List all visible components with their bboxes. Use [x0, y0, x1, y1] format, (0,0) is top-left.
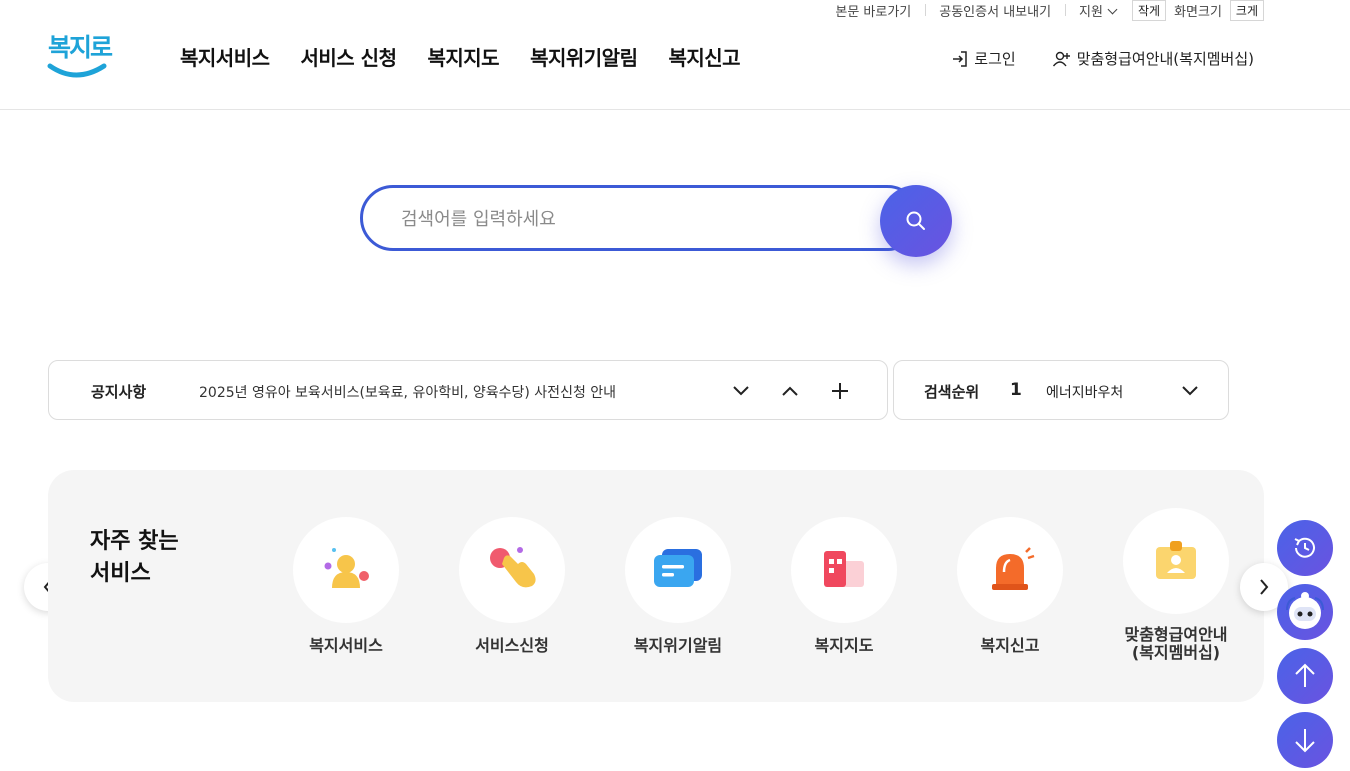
scroll-top-button[interactable] — [1277, 648, 1333, 704]
service-item-apply[interactable]: 서비스신청 — [442, 517, 582, 655]
service-item-welfare[interactable]: 복지서비스 — [276, 517, 416, 655]
login-link[interactable]: 로그인 — [951, 48, 1016, 69]
service-item-map[interactable]: 복지지도 — [774, 517, 914, 655]
service-item-crisis-alert[interactable]: 복지위기알림 — [608, 517, 748, 655]
notice-prev-button[interactable] — [775, 376, 805, 406]
chevron-right-icon — [1260, 579, 1269, 595]
hand-touch-icon — [490, 547, 536, 588]
service-item-membership[interactable]: 맞춤형급여안내 (복지멤버십) — [1106, 508, 1246, 662]
chevron-down-icon — [1182, 386, 1198, 396]
person-icon — [324, 548, 369, 588]
service-icon-circle — [1123, 508, 1229, 614]
arrow-down-icon — [1295, 729, 1315, 753]
notice-bar: 공지사항 2025년 영유아 보육서비스(보육료, 유아학비, 양육수당) 사전… — [48, 360, 888, 420]
chevron-down-icon — [733, 386, 749, 396]
siren-icon — [992, 547, 1035, 590]
service-item-report[interactable]: 복지신고 — [940, 517, 1080, 655]
service-label: 복지위기알림 — [633, 636, 723, 655]
service-icon-circle — [293, 517, 399, 623]
logo-smile-icon — [47, 63, 107, 78]
search-button[interactable] — [880, 185, 952, 257]
search-input[interactable] — [399, 202, 883, 236]
nav-service-apply[interactable]: 서비스 신청 — [301, 42, 397, 71]
membership-link[interactable]: 맞춤형급여안내(복지멤버십) — [1052, 48, 1254, 69]
service-icon-circle — [625, 517, 731, 623]
service-label: 복지지도 — [814, 636, 874, 655]
service-icon-circle — [459, 517, 565, 623]
chatbot-button[interactable] — [1277, 584, 1333, 640]
chevron-up-icon — [782, 386, 798, 396]
notice-more-button[interactable] — [825, 376, 855, 406]
search-icon — [906, 211, 925, 230]
service-label: 복지신고 — [980, 636, 1040, 655]
search-rank-bar: 검색순위 1 에너지바우처 — [893, 360, 1229, 420]
rank-number: 1 — [1010, 380, 1022, 400]
arrow-up-icon — [1295, 663, 1315, 687]
message-icon — [654, 549, 702, 587]
search-box — [360, 185, 920, 251]
service-label: 맞춤형급여안내 (복지멤버십) — [1124, 625, 1228, 662]
user-add-icon — [1052, 51, 1070, 66]
scroll-bottom-button[interactable] — [1277, 712, 1333, 768]
main-nav: 복지서비스 서비스 신청 복지지도 복지위기알림 복지신고 — [180, 42, 741, 71]
nav-welfare-map[interactable]: 복지지도 — [427, 42, 499, 71]
service-icon-circle — [791, 517, 897, 623]
history-icon — [1294, 537, 1315, 558]
rank-label: 검색순위 — [924, 383, 980, 401]
service-icon-circle — [957, 517, 1063, 623]
service-label: 서비스신청 — [475, 636, 549, 655]
notice-label: 공지사항 — [91, 383, 147, 401]
logo[interactable]: 복지로 — [46, 28, 113, 80]
notice-text[interactable]: 2025년 영유아 보육서비스(보육료, 유아학비, 양육수당) 사전신청 안내 — [199, 382, 616, 402]
frequent-title-line1: 자주 찾는 — [90, 529, 179, 554]
service-label: 복지서비스 — [309, 636, 383, 655]
membership-label: 맞춤형급여안내(복지멤버십) — [1076, 50, 1254, 68]
chatbot-icon — [1286, 592, 1324, 629]
frequent-services-panel: 자주 찾는 서비스 복지서비스 서비스신청 복지위기알림 복지지도 복지신고 맞… — [48, 470, 1264, 702]
membership-card-icon — [1156, 541, 1196, 579]
map-icon — [824, 551, 864, 587]
recent-history-button[interactable] — [1277, 520, 1333, 576]
nav-crisis-alert[interactable]: 복지위기알림 — [530, 42, 638, 71]
rank-expand-button[interactable] — [1175, 376, 1205, 406]
rank-keyword[interactable]: 에너지바우처 — [1046, 382, 1126, 402]
plus-icon — [832, 383, 848, 399]
frequent-title-line2: 서비스 — [90, 561, 151, 586]
login-icon — [953, 50, 968, 67]
frequent-services-title: 자주 찾는 서비스 — [90, 526, 179, 590]
notice-next-button[interactable] — [726, 376, 756, 406]
login-label: 로그인 — [974, 50, 1016, 68]
nav-welfare-service[interactable]: 복지서비스 — [180, 42, 270, 71]
site-header: 복지로 복지서비스 서비스 신청 복지지도 복지위기알림 복지신고 로그인 맞춤… — [0, 0, 1350, 110]
search-area — [360, 185, 952, 257]
nav-welfare-report[interactable]: 복지신고 — [668, 42, 740, 71]
header-actions: 로그인 맞춤형급여안내(복지멤버십) — [951, 48, 1254, 69]
